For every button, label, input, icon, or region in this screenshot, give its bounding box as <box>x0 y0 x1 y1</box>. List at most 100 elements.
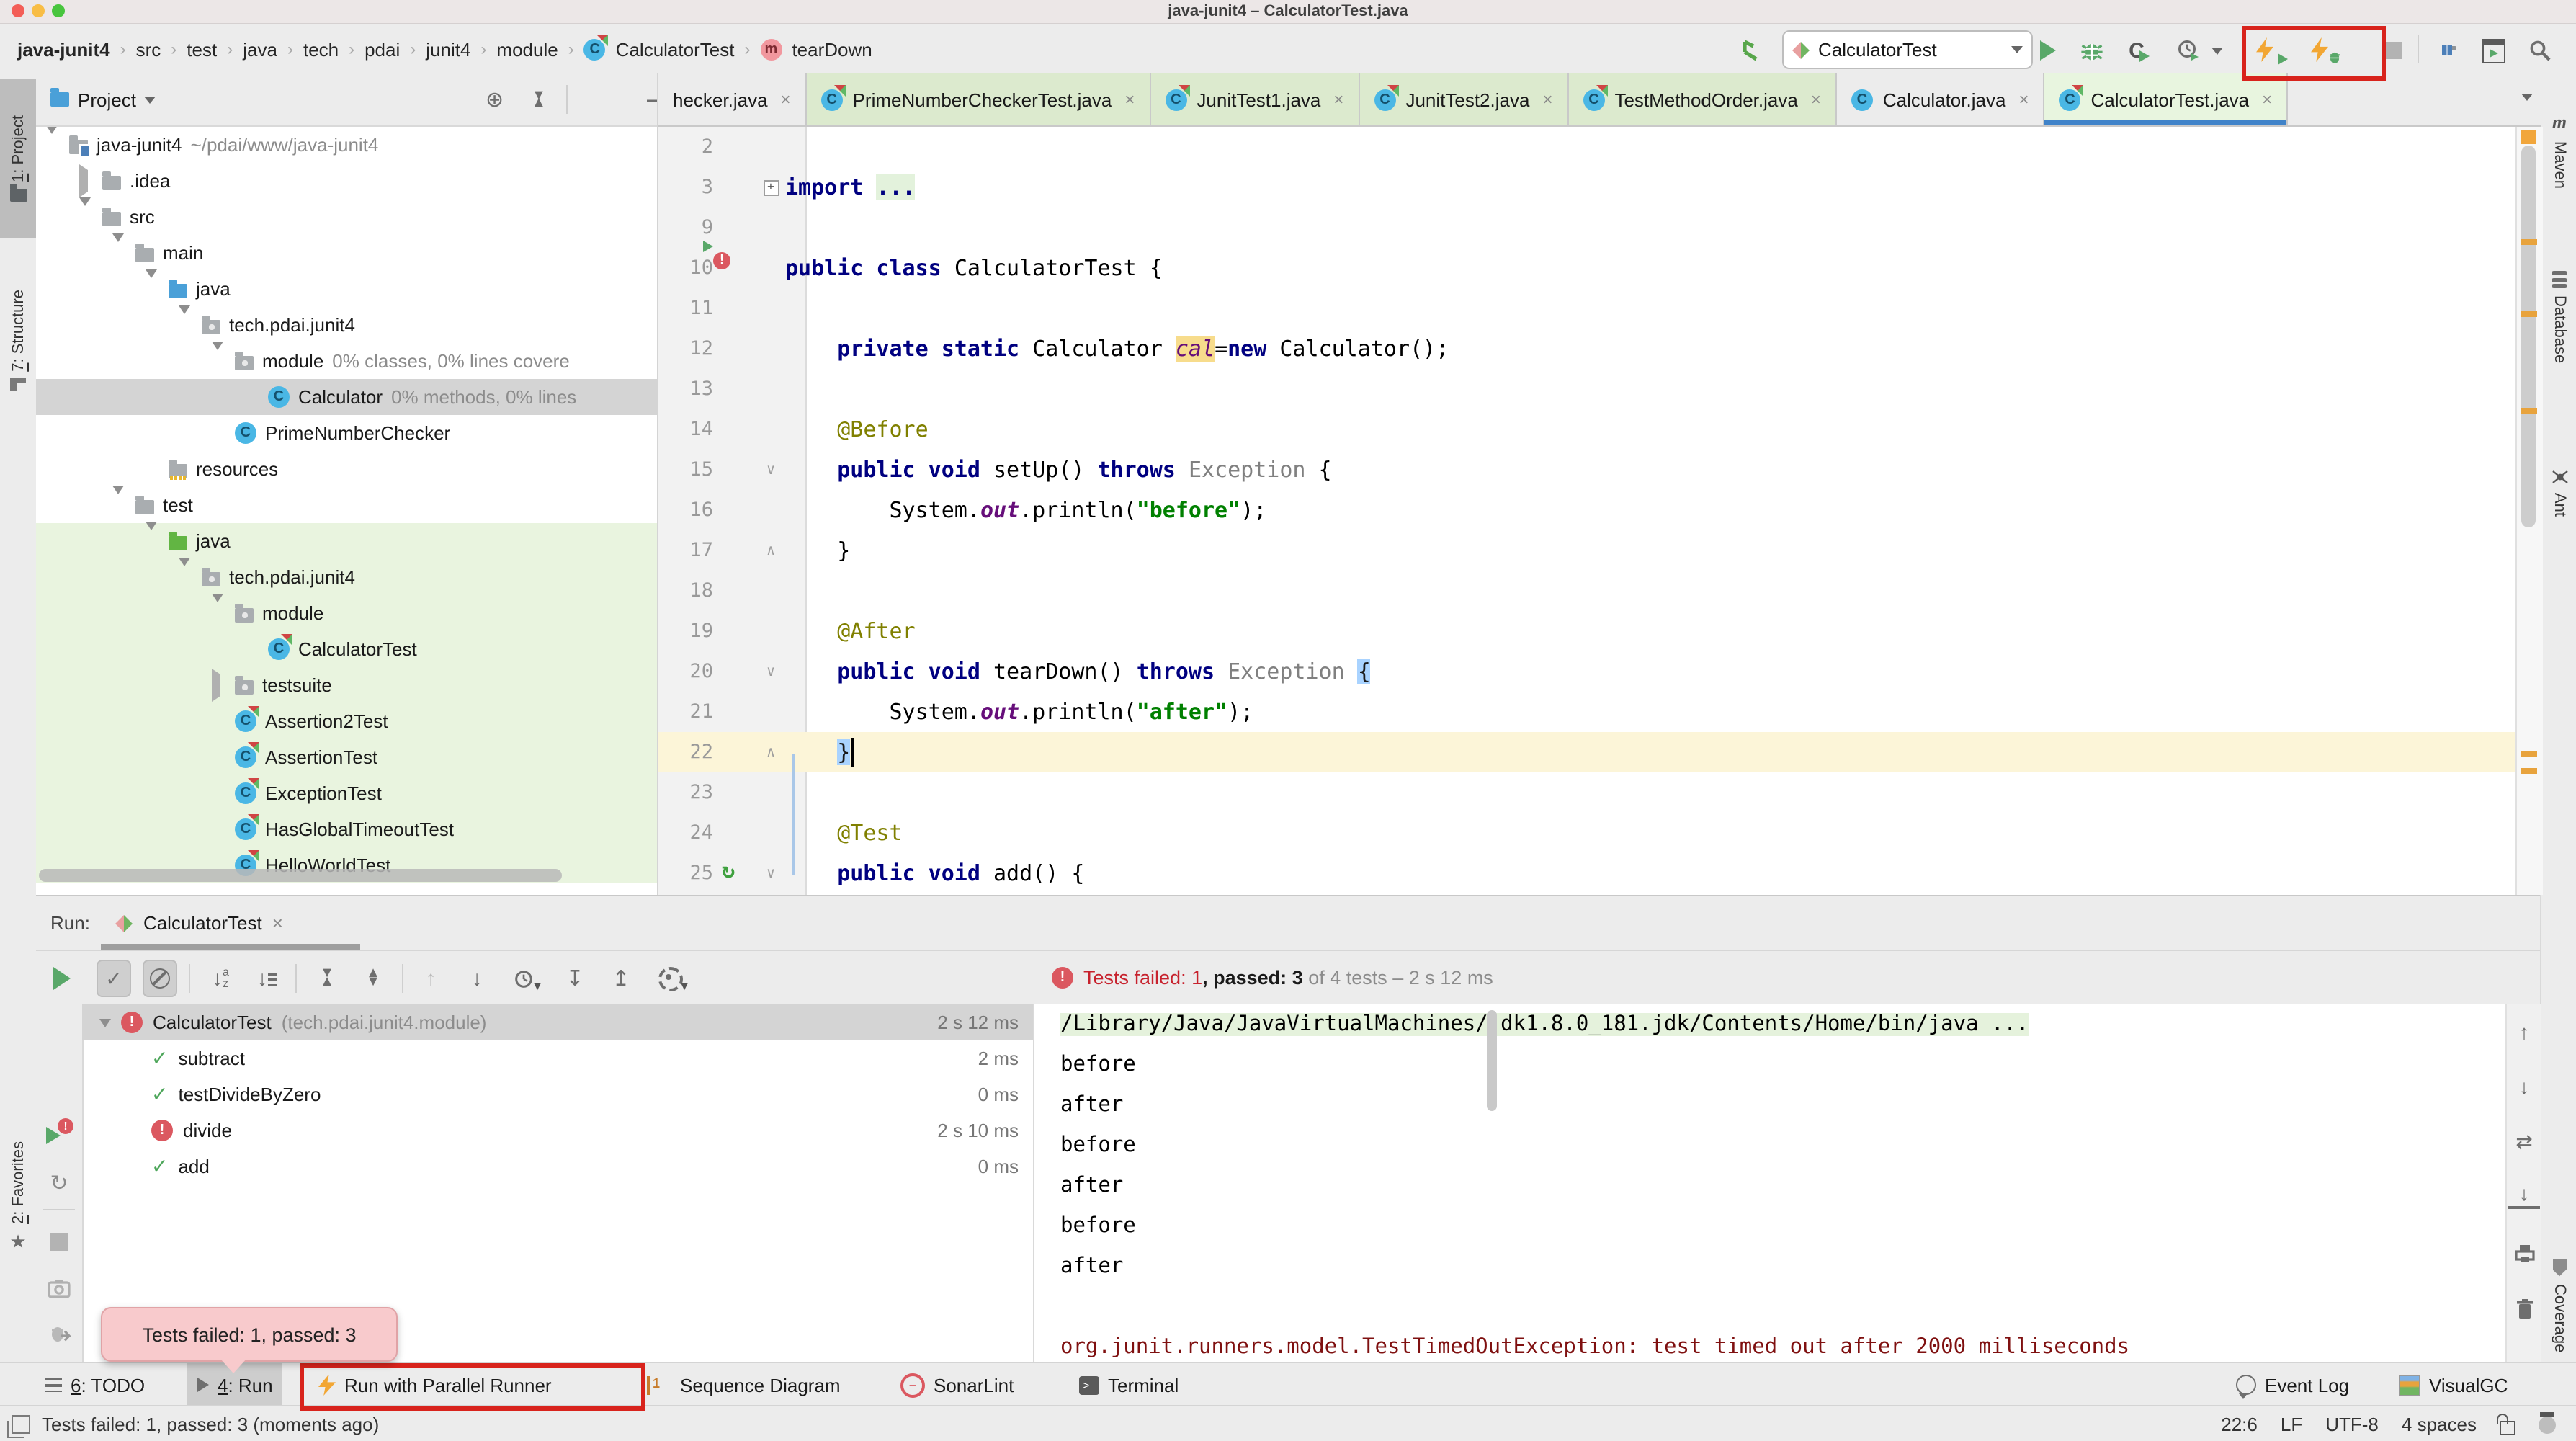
maximize-window-button[interactable] <box>52 4 65 17</box>
tree-row[interactable]: CAssertionTest <box>36 739 657 775</box>
code-line[interactable]: 9 <box>658 208 2515 248</box>
close-icon[interactable]: × <box>2018 89 2029 110</box>
rerun-button[interactable] <box>45 961 79 996</box>
editor-tab[interactable]: CCalculatorTest.java× <box>2044 73 2288 125</box>
tool-window-switcher-icon[interactable] <box>12 1415 30 1434</box>
tree-row[interactable]: CAssertion2Test <box>36 703 657 739</box>
test-row[interactable]: ✓add0 ms <box>82 1148 1033 1185</box>
code-line[interactable]: 13 <box>658 369 2515 409</box>
chevron-down-icon[interactable] <box>145 96 156 103</box>
fold-region-end-icon[interactable]: ∧ <box>756 744 785 760</box>
test-row[interactable]: ✓subtract2 ms <box>82 1040 1033 1076</box>
tree-row[interactable]: CPrimeNumberChecker <box>36 415 657 451</box>
tree-row[interactable]: java <box>36 271 657 307</box>
breadcrumb-item[interactable]: tech <box>303 38 339 60</box>
expander-expanded-icon[interactable] <box>212 342 223 372</box>
locate-icon[interactable]: ⊕ <box>486 86 504 112</box>
editor-scrollbar-thumb[interactable] <box>2521 146 2536 527</box>
expander-expanded-icon[interactable] <box>112 233 124 264</box>
collapse-all-icon[interactable]: ▲▼ <box>356 961 390 996</box>
stripe-mark[interactable] <box>2521 311 2537 317</box>
sidebar-item-project[interactable]: 1: Project <box>0 79 36 238</box>
code-line[interactable]: 16 System.out.println("before"); <box>658 490 2515 530</box>
breadcrumb-item[interactable]: CalculatorTest <box>616 38 735 60</box>
code-line[interactable]: 24 @Test <box>658 813 2515 853</box>
print-icon[interactable] <box>2508 1238 2540 1270</box>
tree-row[interactable]: java-junit4~/pdai/www/java-junit4 <box>36 127 657 163</box>
close-icon[interactable]: × <box>1124 89 1135 110</box>
expander-expanded-icon[interactable] <box>146 269 157 300</box>
code-line[interactable]: 10!public class CalculatorTest { <box>658 248 2515 288</box>
editor-tab[interactable]: CPrimeNumberCheckerTest.java× <box>807 73 1151 125</box>
code-line[interactable]: 18 <box>658 571 2515 611</box>
tree-row[interactable]: testsuite <box>36 667 657 703</box>
project-view-label[interactable]: Project <box>78 89 136 110</box>
test-suite-row[interactable]: !CalculatorTest(tech.pdai.junit4.module)… <box>82 1004 1033 1040</box>
profiler-dropdown-icon[interactable] <box>2209 35 2226 66</box>
tree-row[interactable]: main <box>36 235 657 271</box>
sort-alphabetically-icon[interactable]: ↓az <box>203 961 238 996</box>
breadcrumb-item[interactable]: module <box>496 38 558 60</box>
code-line[interactable]: 14 @Before <box>658 409 2515 450</box>
tree-row[interactable]: CHasGlobalTimeoutTest <box>36 811 657 847</box>
run-panel-tab[interactable]: CalculatorTest × <box>116 912 283 934</box>
profiler-button[interactable] <box>2173 35 2204 66</box>
editor-error-stripe[interactable] <box>2515 127 2543 895</box>
breadcrumb-item[interactable]: junit4 <box>426 38 470 60</box>
tree-row[interactable]: test <box>36 487 657 523</box>
lock-icon[interactable] <box>2500 1420 2515 1435</box>
fold-expand-icon[interactable]: + <box>763 180 779 196</box>
clear-console-icon[interactable] <box>2508 1293 2540 1324</box>
close-icon[interactable]: × <box>1542 89 1552 110</box>
fold-region-start-icon[interactable]: ∨ <box>756 664 785 679</box>
close-window-button[interactable] <box>12 4 24 17</box>
status-message[interactable]: Tests failed: 1, passed: 3 (moments ago) <box>42 1414 379 1435</box>
tree-row[interactable]: tech.pdai.junit4 <box>36 307 657 343</box>
tree-row[interactable]: src <box>36 199 657 235</box>
test-row[interactable]: ✓testDivideByZero0 ms <box>82 1076 1033 1112</box>
code-line[interactable]: 21 System.out.println("after"); <box>658 692 2515 732</box>
stripe-mark[interactable] <box>2521 768 2537 774</box>
editor-tab[interactable]: CJunitTest1.java× <box>1150 73 1359 125</box>
toggle-auto-test-button[interactable]: ↻ <box>42 1166 76 1200</box>
bottom-bar-item-sonarlint[interactable]: –SonarLint <box>890 1363 1024 1406</box>
minimize-window-button[interactable] <box>32 4 45 17</box>
show-ignored-toggle[interactable] <box>143 961 177 996</box>
bottom-bar-item-terminal[interactable]: >_Terminal <box>1069 1363 1189 1406</box>
fold-region-start-icon[interactable]: ∨ <box>756 462 785 478</box>
expand-all-icon[interactable]: ▼▲ <box>310 961 344 996</box>
close-icon[interactable]: × <box>1811 89 1821 110</box>
code-line[interactable]: 11 <box>658 288 2515 329</box>
run-button[interactable] <box>2031 35 2063 66</box>
tree-row[interactable]: module0% classes, 0% lines covere <box>36 343 657 379</box>
tree-row[interactable]: .idea <box>36 163 657 199</box>
expander-collapsed-icon[interactable] <box>212 669 220 702</box>
expander-expanded-icon[interactable] <box>179 305 190 336</box>
editor-tab[interactable]: CJunitTest2.java× <box>1359 73 1568 125</box>
horizontal-scrollbar[interactable] <box>39 869 562 882</box>
editor-tab[interactable]: CCalculator.java× <box>1837 73 2045 125</box>
fold-region-start-icon[interactable]: ∨ <box>756 865 785 881</box>
gear-icon[interactable]: ▼ <box>653 961 687 996</box>
close-icon[interactable]: × <box>2262 89 2272 110</box>
code-line[interactable]: 22∧ } <box>658 732 2515 772</box>
editor-tab[interactable]: hecker.java× <box>658 73 807 125</box>
code-line[interactable]: 17∧ } <box>658 530 2515 571</box>
bottom-bar-item-bolt[interactable]: Run with Parallel Runner <box>308 1363 562 1406</box>
code-line[interactable]: 15∨ public void setUp() throws Exception… <box>658 450 2515 490</box>
breadcrumb-item[interactable]: java <box>243 38 277 60</box>
expander-expanded-icon[interactable] <box>179 558 190 588</box>
code-line[interactable]: 3+import ... <box>658 167 2515 208</box>
code-line[interactable]: 2 <box>658 127 2515 167</box>
expander-expanded-icon[interactable] <box>99 1018 111 1027</box>
tree-row[interactable]: CCalculatorTest <box>36 631 657 667</box>
tree-row[interactable]: CExceptionTest <box>36 775 657 811</box>
stripe-mark[interactable] <box>2521 239 2537 245</box>
sidebar-item-ant[interactable]: Ant <box>2541 431 2576 553</box>
stripe-mark[interactable] <box>2521 408 2537 414</box>
close-icon[interactable]: × <box>1333 89 1343 110</box>
search-everywhere-icon[interactable] <box>2524 35 2556 66</box>
run-with-parallel-runner-button[interactable] <box>2256 35 2288 66</box>
soft-wrap-icon[interactable]: ⇄ <box>2508 1125 2540 1157</box>
expander-expanded-icon[interactable] <box>46 127 58 156</box>
